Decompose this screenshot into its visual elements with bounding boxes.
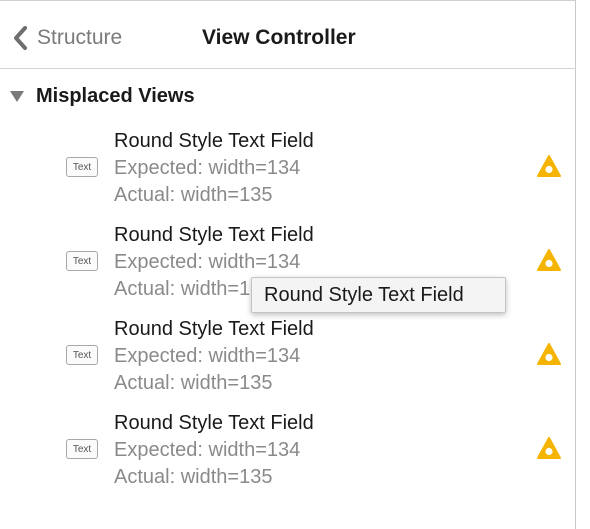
warning-triangle-icon[interactable] <box>537 248 561 272</box>
structure-panel: Structure View Controller Misplaced View… <box>0 0 576 529</box>
item-actual: Actual: width=135 <box>114 278 273 300</box>
text-field-type-badge: Text <box>66 439 98 459</box>
page-title: View Controller <box>202 26 356 49</box>
item-expected: Expected: width=134 <box>114 439 301 461</box>
misplaced-view-item[interactable]: Text Round Style Text Field Expected: wi… <box>0 315 576 409</box>
warning-triangle-icon[interactable] <box>537 436 561 460</box>
item-title: Round Style Text Field <box>114 412 314 434</box>
section-title: Misplaced Views <box>36 85 195 107</box>
misplaced-view-item[interactable]: Text Round Style Text Field Expected: wi… <box>0 127 576 221</box>
item-actual: Actual: width=135 <box>114 184 273 206</box>
navigation-bar: Structure View Controller <box>0 1 576 69</box>
item-title: Round Style Text Field <box>114 318 314 340</box>
tooltip: Round Style Text Field <box>251 277 506 313</box>
item-expected: Expected: width=134 <box>114 251 301 273</box>
text-field-type-badge: Text <box>66 345 98 365</box>
disclosure-triangle-down-icon[interactable] <box>8 87 26 105</box>
item-actual: Actual: width=135 <box>114 372 273 394</box>
misplaced-view-item[interactable]: Text Round Style Text Field Expected: wi… <box>0 409 576 503</box>
warning-triangle-icon[interactable] <box>537 342 561 366</box>
item-expected: Expected: width=134 <box>114 157 301 179</box>
item-title: Round Style Text Field <box>114 130 314 152</box>
chevron-left-icon <box>10 23 32 53</box>
text-field-type-badge: Text <box>66 157 98 177</box>
section-header-misplaced-views[interactable]: Misplaced Views <box>8 82 195 110</box>
warning-triangle-icon[interactable] <box>537 154 561 178</box>
back-button-label: Structure <box>37 26 123 49</box>
item-actual: Actual: width=135 <box>114 466 273 488</box>
item-expected: Expected: width=134 <box>114 345 301 367</box>
back-button[interactable]: Structure <box>10 23 122 53</box>
text-field-type-badge: Text <box>66 251 98 271</box>
item-title: Round Style Text Field <box>114 224 314 246</box>
